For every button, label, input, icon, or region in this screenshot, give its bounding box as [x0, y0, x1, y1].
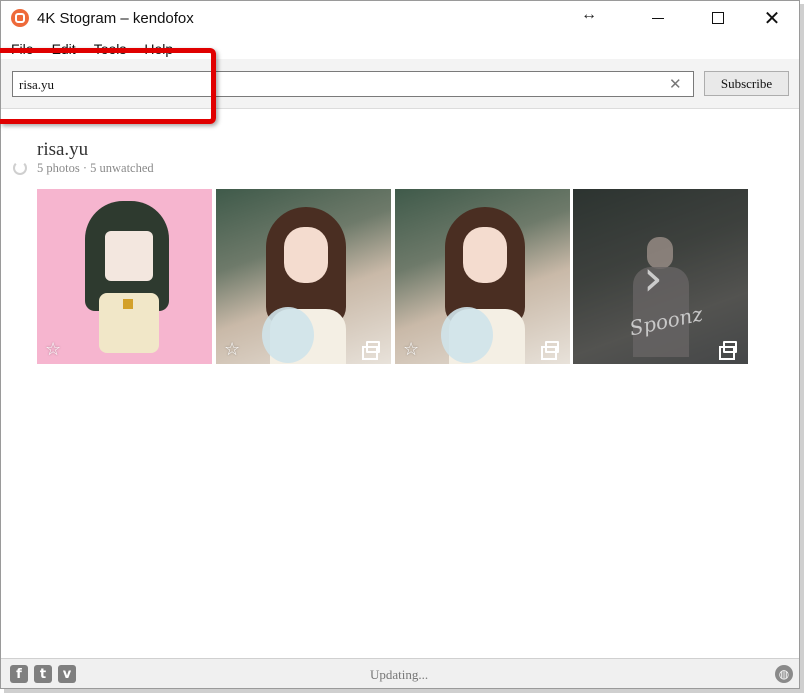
minimize-button[interactable]	[635, 1, 681, 35]
chevron-right-icon[interactable]: ›	[643, 249, 663, 307]
maximize-icon	[712, 12, 724, 24]
maximize-button[interactable]	[695, 1, 741, 35]
facebook-icon[interactable]: f	[10, 665, 28, 683]
clear-search-icon[interactable]: ✕	[669, 75, 682, 93]
star-icon[interactable]: ☆	[45, 339, 61, 360]
multiple-photos-icon	[541, 341, 559, 360]
globe-icon[interactable]: ◍	[775, 665, 793, 683]
close-button[interactable]: ✕	[749, 1, 795, 35]
close-icon: ✕	[763, 6, 781, 30]
star-icon[interactable]: ☆	[403, 339, 419, 360]
account-name[interactable]: risa.yu	[37, 139, 88, 161]
loading-spinner-icon	[13, 161, 27, 175]
window-title: 4K Stogram – kendofox	[37, 10, 194, 27]
photo-image	[256, 199, 356, 364]
status-bar: f t v Updating... ◍	[1, 658, 799, 688]
star-icon[interactable]: ☆	[224, 339, 240, 360]
multiple-photos-icon	[362, 341, 380, 360]
thumbnail-1[interactable]: ☆	[37, 189, 212, 364]
status-text: Updating...	[370, 667, 429, 682]
minimize-icon	[652, 17, 664, 19]
pixel-art-image	[77, 201, 177, 361]
app-logo-icon	[11, 9, 29, 27]
thumbnail-2[interactable]: ☆	[216, 189, 391, 364]
twitter-icon[interactable]: t	[34, 665, 52, 683]
vimeo-icon[interactable]: v	[58, 665, 76, 683]
account-stats: 5 photos · 5 unwatched	[37, 161, 154, 175]
title-bar: 4K Stogram – kendofox ↔ ✕	[1, 1, 799, 37]
subscribe-button[interactable]: Subscribe	[704, 71, 789, 96]
red-highlight-box	[0, 48, 216, 124]
multiple-photos-icon	[719, 341, 737, 360]
thumbnail-3[interactable]: ☆	[395, 189, 570, 364]
resize-arrows-icon: ↔	[581, 6, 597, 23]
thumbnail-4[interactable]: Spoonz ›	[573, 189, 748, 364]
photo-image	[435, 199, 535, 364]
